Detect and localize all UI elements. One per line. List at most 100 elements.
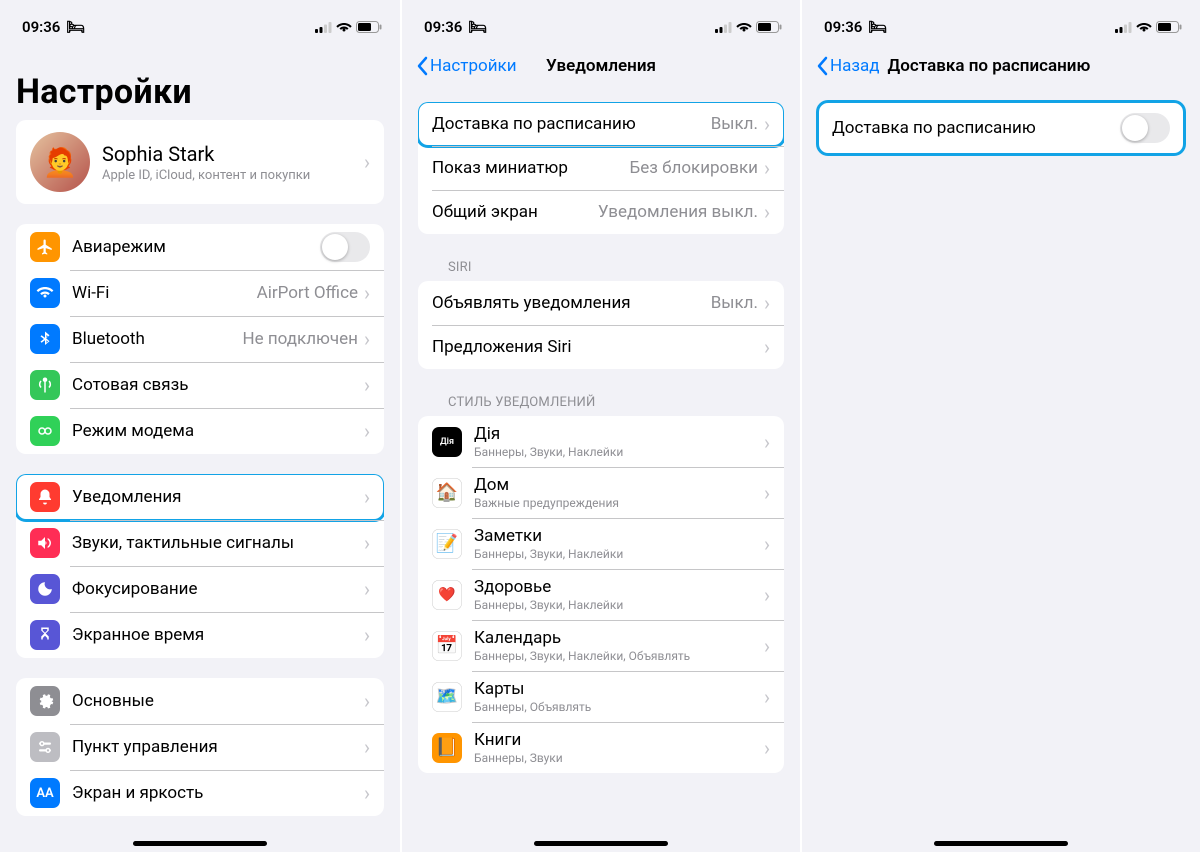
chevron-right-icon: › [364, 579, 370, 599]
bluetooth-icon [30, 324, 60, 354]
chevron-left-icon [816, 56, 828, 76]
chevron-right-icon: › [364, 625, 370, 645]
app-sub: Баннеры, Звуки, Наклейки, Объявлять [474, 649, 764, 663]
wifi-icon [1136, 21, 1152, 33]
chevron-right-icon: › [364, 375, 370, 395]
row-announce[interactable]: Объявлять уведомления Выкл. › [418, 281, 784, 325]
chevron-right-icon: › [364, 691, 370, 711]
hotspot-icon [30, 416, 60, 446]
chevron-right-icon: › [364, 152, 370, 172]
chevron-right-icon: › [764, 687, 770, 707]
app-icon: 📅 [432, 631, 462, 661]
app-row-books[interactable]: 📙 КнигиБаннеры, Звуки › [418, 722, 784, 773]
row-label: Предложения Siri [432, 337, 764, 357]
chevron-right-icon: › [364, 533, 370, 553]
row-label: Режим модема [72, 421, 364, 441]
airplane-icon [30, 232, 60, 262]
row-display[interactable]: AA Экран и яркость › [16, 770, 384, 816]
nav-title: Доставка по расписанию [888, 56, 1091, 76]
chevron-right-icon: › [764, 483, 770, 503]
row-value: Выкл. [711, 293, 758, 313]
row-airplane[interactable]: Авиарежим [16, 224, 384, 270]
row-label: Сотовая связь [72, 375, 364, 395]
app-row-home[interactable]: 🏠 ДомВажные предупреждения › [418, 467, 784, 518]
row-screentime[interactable]: Экранное время › [16, 612, 384, 658]
row-sounds[interactable]: Звуки, тактильные сигналы › [16, 520, 384, 566]
chevron-right-icon: › [764, 534, 770, 554]
chevron-right-icon: › [764, 585, 770, 605]
app-sub: Баннеры, Звуки, Наклейки [474, 547, 764, 561]
app-row-calendar[interactable]: 📅 КалендарьБаннеры, Звуки, Наклейки, Объ… [418, 620, 784, 671]
home-indicator[interactable] [534, 841, 668, 846]
bed-icon: 🛏 [868, 18, 887, 36]
back-button[interactable]: Назад [816, 56, 880, 76]
scheduled-delivery-switch[interactable] [1120, 113, 1170, 143]
apps-group: Дія ДіяБаннеры, Звуки, Наклейки › 🏠 ДомВ… [418, 416, 784, 773]
app-icon: 📙 [432, 733, 462, 763]
profile-row[interactable]: 🧑‍🦰 Sophia Stark Apple ID, iCloud, конте… [16, 120, 384, 204]
row-control-center[interactable]: Пункт управления › [16, 724, 384, 770]
row-label: Звуки, тактильные сигналы [72, 533, 364, 553]
status-icons [715, 21, 782, 33]
page-title: Настройки [0, 44, 400, 120]
chevron-right-icon: › [764, 114, 770, 134]
status-time: 09:36 [22, 18, 60, 36]
row-notifications[interactable]: Уведомления › [16, 474, 384, 520]
wifi-icon [736, 21, 752, 33]
app-icon: ❤️ [432, 580, 462, 610]
home-indicator[interactable] [133, 841, 267, 846]
app-row-notes[interactable]: 📝 ЗаметкиБаннеры, Звуки, Наклейки › [418, 518, 784, 569]
chevron-right-icon: › [364, 487, 370, 507]
app-row-health[interactable]: ❤️ ЗдоровьеБаннеры, Звуки, Наклейки › [418, 569, 784, 620]
sliders-icon [30, 732, 60, 762]
app-row-maps[interactable]: 🗺️ КартыБаннеры, Объявлять › [418, 671, 784, 722]
status-bar: 09:36🛏 [402, 0, 800, 44]
scheduled-delivery-toggle-row[interactable]: Доставка по расписанию [818, 102, 1184, 154]
network-group: Авиарежим Wi-Fi AirPort Office › Bluetoo… [16, 224, 384, 454]
row-screenshare[interactable]: Общий экран Уведомления выкл. › [418, 190, 784, 234]
speaker-icon [30, 528, 60, 558]
chevron-right-icon: › [364, 329, 370, 349]
profile-sub: Apple ID, iCloud, контент и покупки [102, 168, 364, 183]
general-group: Основные › Пункт управления › AA Экран и… [16, 678, 384, 816]
back-button[interactable]: Настройки [416, 56, 517, 76]
status-bar: 09:36 🛏 [0, 0, 400, 44]
row-previews[interactable]: Показ миниатюр Без блокировки › [418, 146, 784, 190]
row-bluetooth[interactable]: Bluetooth Не подключен › [16, 316, 384, 362]
app-sub: Баннеры, Звуки [474, 751, 764, 765]
app-label: Дом [474, 475, 764, 495]
row-wifi[interactable]: Wi-Fi AirPort Office › [16, 270, 384, 316]
battery-icon [1156, 21, 1182, 33]
row-value: Уведомления выкл. [598, 202, 758, 222]
delivery-group: Доставка по расписанию Выкл. › Показ мин… [418, 102, 784, 234]
row-label: Уведомления [72, 487, 364, 507]
row-hotspot[interactable]: Режим модема › [16, 408, 384, 454]
app-row-diia[interactable]: Дія ДіяБаннеры, Звуки, Наклейки › [418, 416, 784, 467]
home-indicator[interactable] [934, 841, 1068, 846]
airplane-toggle[interactable] [320, 232, 370, 262]
app-sub: Важные предупреждения [474, 496, 764, 510]
app-sub: Баннеры, Звуки, Наклейки [474, 598, 764, 612]
app-sub: Баннеры, Объявлять [474, 700, 764, 714]
row-general[interactable]: Основные › [16, 678, 384, 724]
row-label: Общий экран [432, 202, 598, 222]
row-label: Wi-Fi [72, 283, 257, 303]
chevron-right-icon: › [364, 783, 370, 803]
row-siri-suggestions[interactable]: Предложения Siri › [418, 325, 784, 369]
row-label: Объявлять уведомления [432, 293, 711, 313]
app-icon: Дія [432, 427, 462, 457]
chevron-left-icon [416, 56, 428, 76]
app-icon: 📝 [432, 529, 462, 559]
row-cellular[interactable]: Сотовая связь › [16, 362, 384, 408]
status-bar: 09:36🛏 [802, 0, 1200, 44]
row-value: Не подключен [242, 329, 358, 349]
row-label: Показ миниатюр [432, 158, 630, 178]
row-label: Пункт управления [72, 737, 364, 757]
row-focus[interactable]: Фокусирование › [16, 566, 384, 612]
chevron-right-icon: › [364, 283, 370, 303]
row-scheduled-delivery[interactable]: Доставка по расписанию Выкл. › [418, 102, 784, 146]
chevron-right-icon: › [764, 202, 770, 222]
app-label: Заметки [474, 526, 764, 546]
row-label: Фокусирование [72, 579, 364, 599]
bed-icon: 🛏 [66, 18, 85, 36]
